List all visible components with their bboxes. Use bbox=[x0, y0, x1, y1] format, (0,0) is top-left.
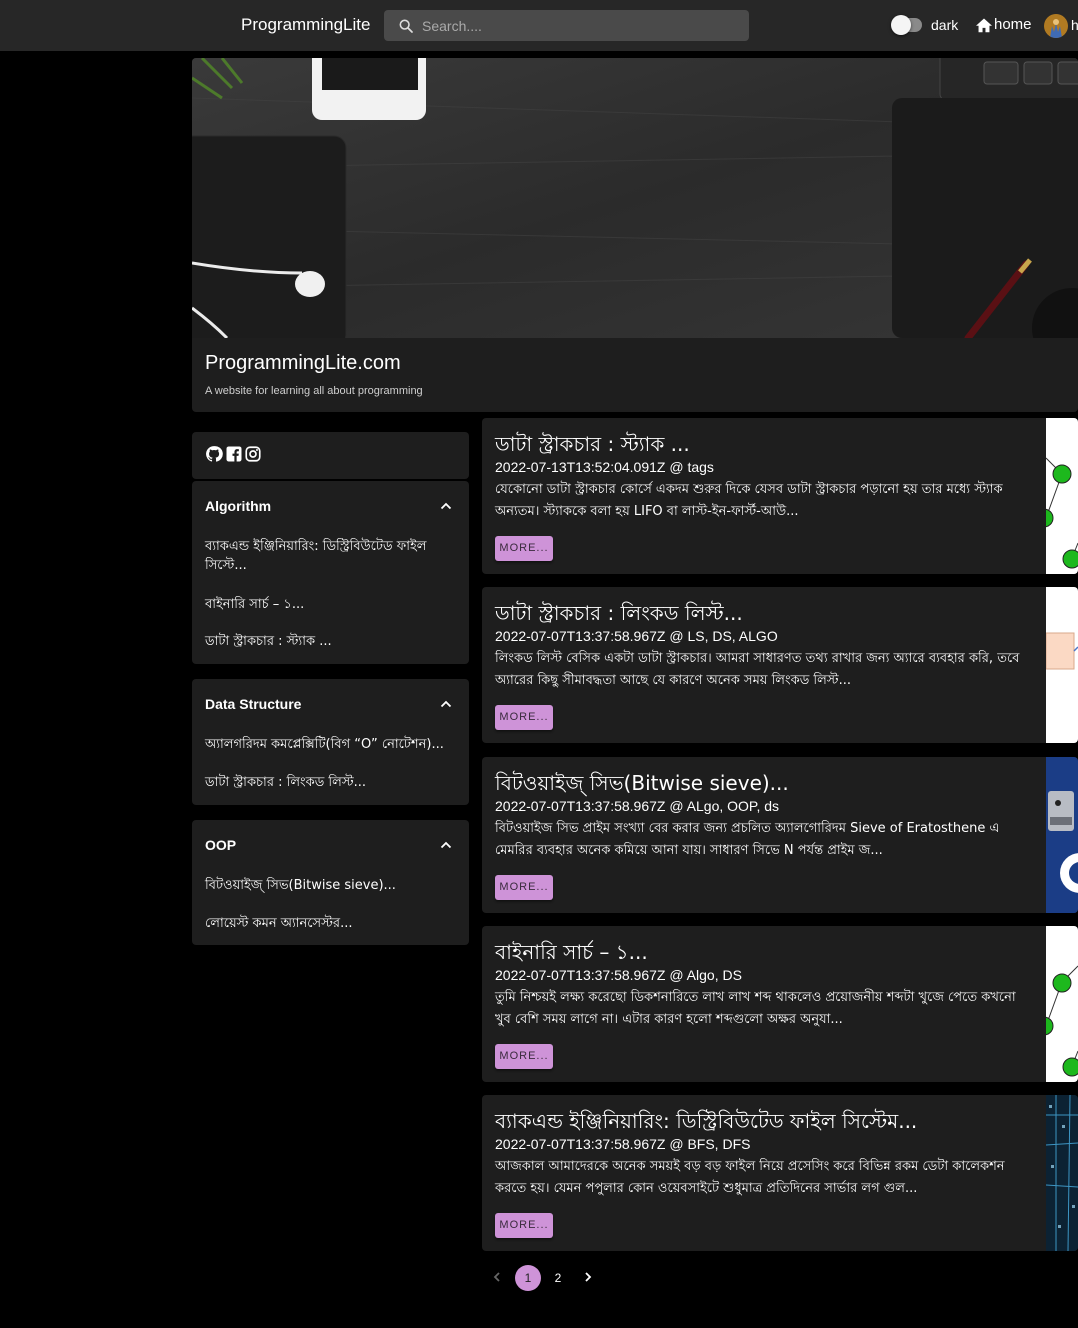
hero-title: ProgrammingLite.com bbox=[205, 352, 401, 374]
post-excerpt: লিংকড লিস্ট বেসিক একটা ডাটা স্ট্রাকচার। … bbox=[495, 651, 1020, 688]
user-avatar[interactable] bbox=[1044, 14, 1068, 38]
post-excerpt: তুমি নিশ্চয়ই লক্ষ্য করেছো ডিকশনারিতে লা… bbox=[495, 990, 1016, 1027]
app-bar: ProgrammingLite dark home h bbox=[0, 0, 1078, 51]
dark-mode-label: dark bbox=[931, 17, 959, 33]
home-label[interactable]: home bbox=[994, 16, 1032, 33]
category-title[interactable]: Data Structure bbox=[205, 696, 301, 712]
chevron-up-icon[interactable] bbox=[440, 502, 452, 510]
hero-desk-image bbox=[192, 58, 1078, 338]
post-thumbnail-robot bbox=[1046, 757, 1078, 913]
chevron-right-icon[interactable] bbox=[582, 1270, 594, 1284]
chevron-left-icon bbox=[493, 1272, 500, 1282]
toggle-knob[interactable] bbox=[891, 15, 911, 35]
post-thumbnail-data-image bbox=[1046, 1095, 1078, 1251]
page-button-current[interactable]: 1 bbox=[515, 1265, 541, 1291]
more-button[interactable]: MORE... bbox=[495, 1213, 553, 1238]
post-thumbnail-tree-diagram bbox=[1046, 926, 1078, 1082]
social-links-card bbox=[192, 432, 469, 479]
post-thumbnail-linked-list bbox=[1046, 587, 1078, 743]
category-link[interactable]: লোয়েস্ট কমন অ্যানসেস্টর... bbox=[205, 914, 455, 933]
category-link[interactable]: ডাটা স্ট্রাকচার : লিংকড লিস্ট... bbox=[205, 773, 455, 792]
post-card: ডাটা স্ট্রাকচার : লিংকড লিস্ট... 2022-07… bbox=[482, 587, 1078, 743]
search-input[interactable] bbox=[422, 10, 742, 41]
home-icon bbox=[976, 17, 992, 32]
category-link[interactable]: অ্যালগরিদম কমপ্লেক্সিটি(বিগ “O” নোটেশন).… bbox=[205, 735, 455, 754]
more-button[interactable]: MORE... bbox=[495, 875, 553, 900]
post-meta: 2022-07-07T13:37:58.967Z @ BFS, DFS bbox=[495, 1136, 751, 1152]
post-meta: 2022-07-07T13:37:58.967Z @ Algo, DS bbox=[495, 967, 742, 983]
category-card-algorithm: Algorithm ব্যাকএন্ড ইঞ্জিনিয়ারিং: ডিস্ট… bbox=[192, 481, 469, 664]
category-link[interactable]: ব্যাকএন্ড ইঞ্জিনিয়ারিং: ডিস্ট্রিবিউটেড … bbox=[205, 537, 455, 575]
page-button[interactable]: 2 bbox=[545, 1265, 571, 1291]
dark-mode-toggle[interactable] bbox=[891, 15, 922, 35]
brand-link[interactable]: ProgrammingLite bbox=[241, 15, 370, 35]
search-icon bbox=[399, 19, 413, 33]
post-meta: 2022-07-13T13:52:04.091Z @ tags bbox=[495, 459, 714, 475]
chevron-up-icon[interactable] bbox=[440, 700, 452, 708]
post-meta: 2022-07-07T13:37:58.967Z @ LS, DS, ALGO bbox=[495, 628, 778, 644]
more-button[interactable]: MORE... bbox=[495, 705, 553, 730]
post-thumbnail-tree-diagram bbox=[1046, 418, 1078, 574]
category-link[interactable]: বাইনারি সার্চ – ১... bbox=[205, 595, 455, 614]
github-icon[interactable] bbox=[205, 445, 223, 463]
post-meta: 2022-07-07T13:37:58.967Z @ ALgo, OOP, ds bbox=[495, 798, 780, 814]
category-title[interactable]: OOP bbox=[205, 837, 236, 853]
more-button[interactable]: MORE... bbox=[495, 1044, 553, 1069]
category-card-data-structure: Data Structure অ্যালগরিদম কমপ্লেক্সিটি(ব… bbox=[192, 679, 469, 805]
post-card: বিটওয়াইজ্ সিভ(Bitwise sieve)... 2022-07… bbox=[482, 757, 1078, 913]
post-card: ব্যাকএন্ড ইঞ্জিনিয়ারিং: ডিস্ট্রিবিউটেড … bbox=[482, 1095, 1078, 1251]
search-box[interactable] bbox=[384, 10, 749, 41]
post-card: ডাটা স্ট্রাকচার : স্ট্যাক ... 2022-07-13… bbox=[482, 418, 1078, 574]
user-name[interactable]: h bbox=[1071, 17, 1078, 33]
avatar-image-icon bbox=[1044, 14, 1068, 38]
hero-card: ProgrammingLite.com A website for learni… bbox=[192, 58, 1078, 412]
category-link[interactable]: বিটওয়াইজ্ সিভ(Bitwise sieve)... bbox=[205, 876, 455, 895]
post-excerpt: আজকাল আমাদেরকে অনেক সময়ই বড় বড় ফাইল ন… bbox=[495, 1159, 1005, 1196]
hero-subtitle: A website for learning all about program… bbox=[205, 385, 423, 397]
more-button[interactable]: MORE... bbox=[495, 536, 553, 561]
category-link[interactable]: ডাটা স্ট্রাকচার : স্ট্যাক ... bbox=[205, 632, 455, 651]
category-card-oop: OOP বিটওয়াইজ্ সিভ(Bitwise sieve)... লোয… bbox=[192, 820, 469, 945]
instagram-icon[interactable] bbox=[244, 445, 262, 463]
chevron-up-icon[interactable] bbox=[440, 841, 452, 849]
facebook-icon[interactable] bbox=[225, 445, 243, 463]
post-excerpt: যেকোনো ডাটা স্ট্রাকচার কোর্সে একদম শুরুর… bbox=[495, 482, 1003, 519]
post-card: বাইনারি সার্চ – ১... 2022-07-07T13:37:58… bbox=[482, 926, 1078, 1082]
home-link[interactable]: home bbox=[975, 16, 1032, 33]
post-excerpt: বিটওয়াইজ সিভ প্রাইম সংখ্যা বের করার জন্… bbox=[495, 821, 1000, 858]
category-title[interactable]: Algorithm bbox=[205, 498, 271, 514]
